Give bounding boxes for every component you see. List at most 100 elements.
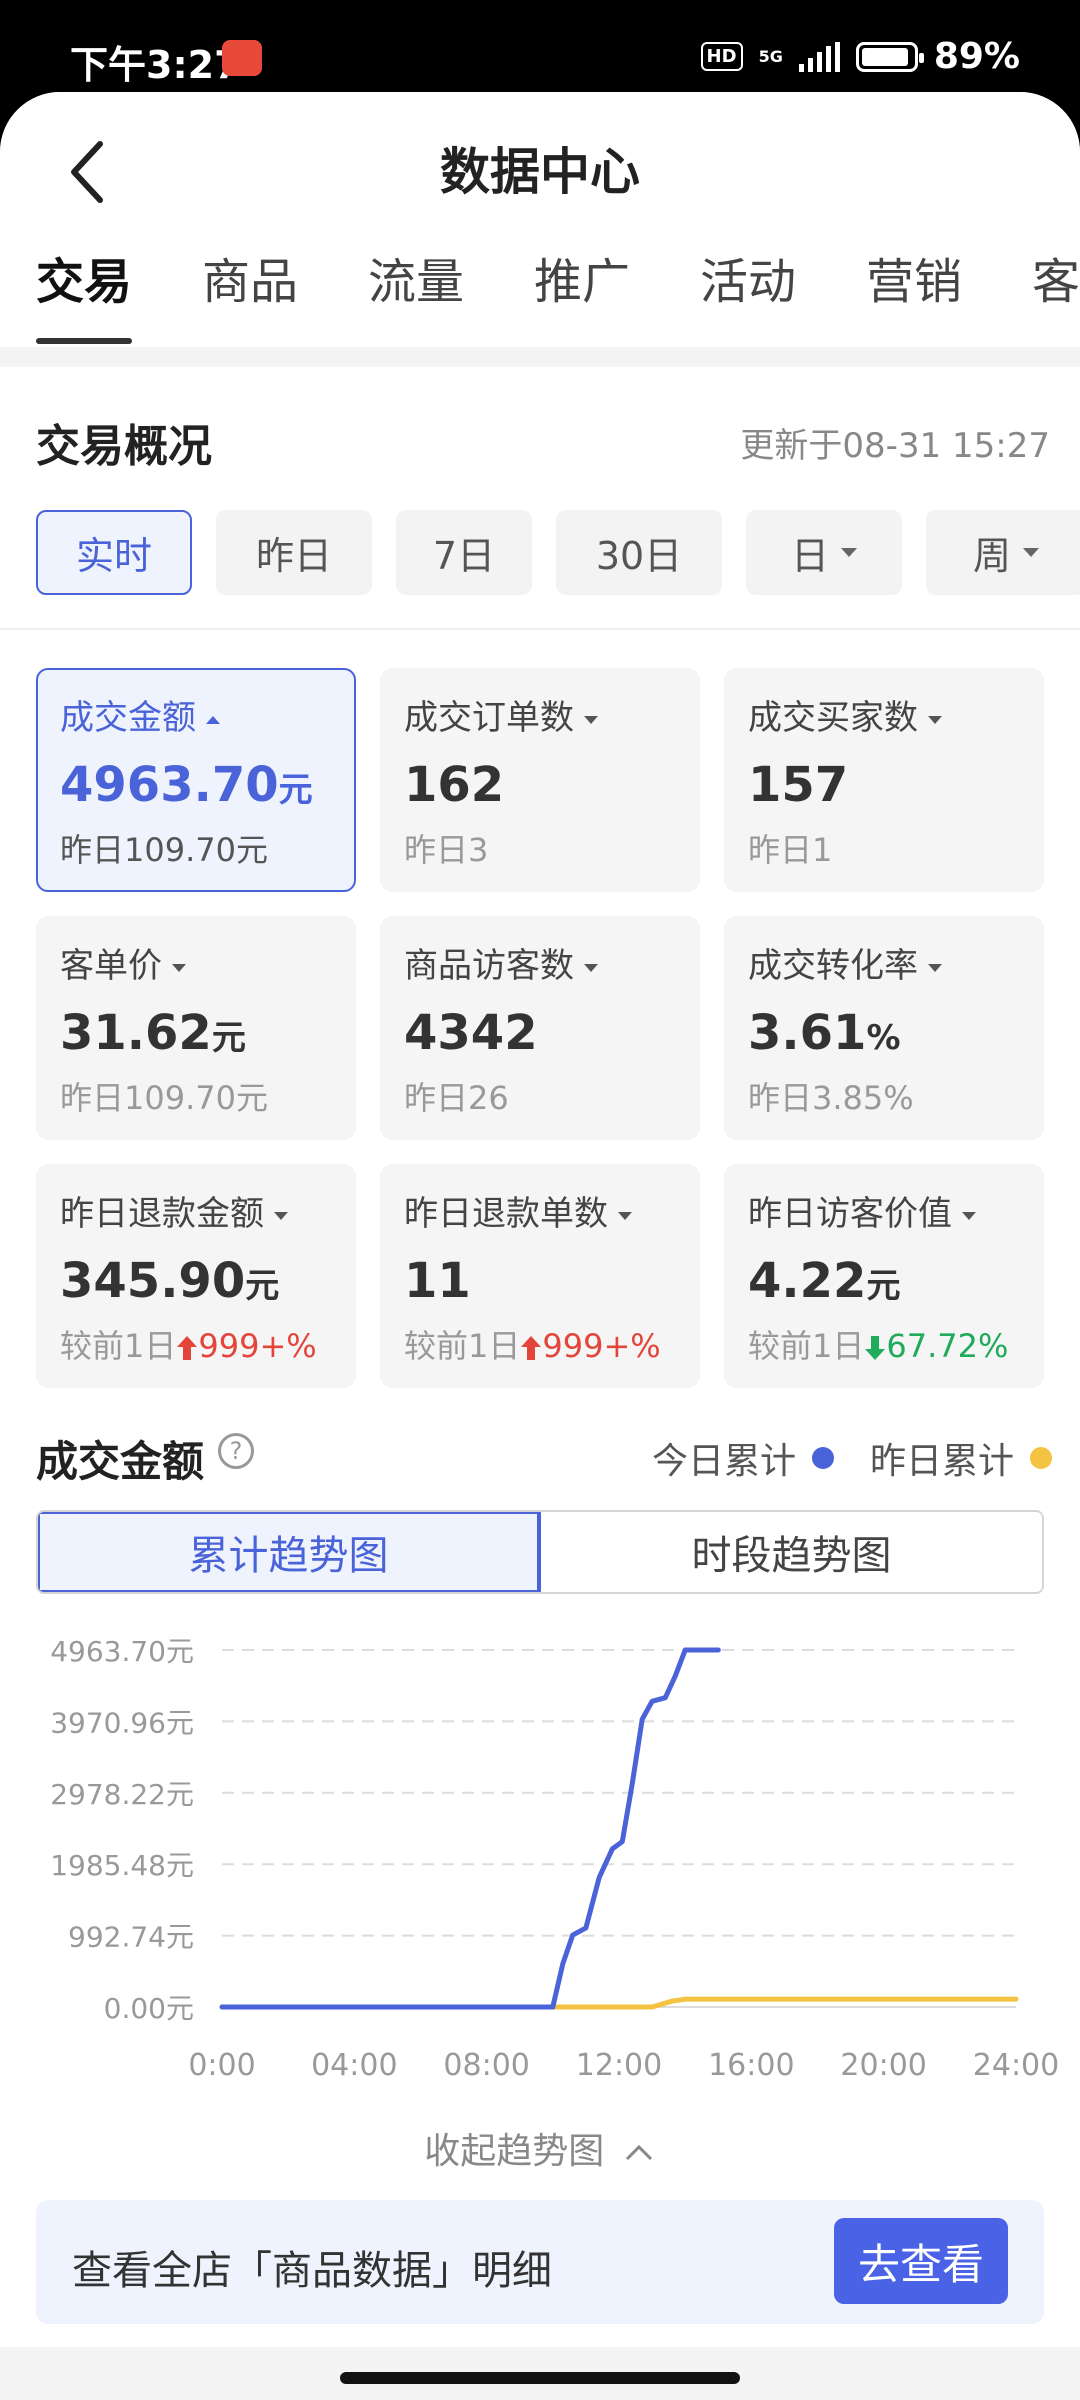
y-tick-label: 3970.96元 [50,1706,194,1739]
period-7days[interactable]: 7日 [396,510,532,595]
chart-legend: 今日累计 昨日累计 [652,1432,1052,1484]
x-tick-label: 08:00 [443,2048,529,2083]
goods-data-banner: 查看全店「商品数据」明细 去查看 [36,2200,1044,2324]
arrow-up-icon [521,1336,542,1360]
app-notification-icon [222,40,262,76]
metric-label: 商品访客数 [404,938,700,987]
x-tick-label: 12:00 [576,2048,662,2083]
legend-today-label: 今日累计 [651,1441,796,1482]
trend-title: 成交金额 [36,1437,205,1486]
metric-card[interactable]: 昨日访客价值 4.22元较前1日 67.72% [724,1164,1044,1388]
banner-text: 查看全店「商品数据」明细 [72,2248,552,2294]
x-tick-label: 0:00 [188,2048,255,2083]
chevron-down-icon [928,715,942,724]
tab-marketing[interactable]: 营销 [866,242,962,312]
period-trend-button[interactable]: 时段趋势图 [541,1512,1042,1592]
metric-card[interactable]: 成交金额 4963.70元昨日109.70元 [36,668,356,892]
chevron-down-icon [274,1211,288,1220]
metric-compare: 较前1日 999+% [60,1327,317,1365]
legend-yesterday-label: 昨日累计 [869,1441,1014,1482]
tab-goods[interactable]: 商品 [202,242,298,312]
metric-card[interactable]: 昨日退款单数 11 较前1日 999+% [380,1164,700,1388]
chevron-up-icon [206,715,220,724]
y-tick-label: 2978.22元 [50,1778,194,1811]
chevron-down-icon [172,963,186,972]
chevron-down-icon [584,715,598,724]
cumulative-trend-button[interactable]: 累计趋势图 [38,1512,541,1592]
tab-promotion[interactable]: 推广 [534,242,630,312]
metric-compare: 昨日3.85% [748,1079,914,1117]
metric-card[interactable]: 成交转化率 3.61% 昨日3.85% [724,916,1044,1140]
x-tick-label: 04:00 [311,2048,397,2083]
battery-percent: 89% [933,36,1020,77]
metric-label: 昨日退款单数 [404,1186,700,1235]
home-indicator[interactable] [340,2372,740,2384]
tab-traffic[interactable]: 流量 [368,242,464,312]
chevron-down-icon [584,963,598,972]
chevron-up-icon [625,2144,652,2161]
x-tick-label: 16:00 [708,2048,794,2083]
chevron-down-icon [928,963,942,972]
metric-card[interactable]: 成交订单数 162 昨日3 [380,668,700,892]
x-tick-label: 20:00 [840,2048,926,2083]
metric-card[interactable]: 成交买家数 157 昨日1 [724,668,1044,892]
metric-compare: 昨日3 [404,831,489,869]
tab-bar: 交易 商品 流量 推广 活动 营销 客 [0,242,1080,342]
metric-value: 4342 [404,1005,538,1061]
view-button[interactable]: 去查看 [834,2218,1008,2304]
overview-title: 交易概况 [36,421,212,472]
network-type: 5G [758,46,783,66]
period-week-dropdown[interactable]: 周 [926,510,1080,595]
metric-value: 4963.70元 [60,757,313,813]
page-title: 数据中心 [440,143,640,201]
metric-value: 3.61% [748,1005,901,1061]
period-30days[interactable]: 30日 [556,510,722,595]
help-icon[interactable]: ? [218,1433,254,1469]
tab-customer[interactable]: 客 [1032,242,1080,312]
metric-value: 162 [404,757,505,813]
chevron-down-icon [841,548,857,557]
status-time: 下午3:27 [70,43,241,87]
tab-trade[interactable]: 交易 [36,242,132,312]
metric-compare: 较前1日 999+% [404,1327,661,1365]
chevron-down-icon [962,1211,976,1220]
y-tick-label: 0.00元 [104,1992,194,2025]
metric-label: 成交买家数 [748,690,1044,739]
trend-chart: 0.00元 992.74元 1985.48元 2978.22元 3970.96元 4963… [50,1635,1059,2083]
x-tick-label: 24:00 [973,2048,1059,2083]
collapse-trend-button[interactable]: 收起趋势图 [0,2122,1080,2174]
metric-value: 345.90元 [60,1253,280,1309]
arrow-down-icon [865,1336,886,1360]
y-tick-label: 1985.48元 [50,1849,194,1882]
y-tick-label: 4963.70元 [50,1635,194,1668]
y-tick-label: 992.74元 [68,1921,194,1954]
metric-compare: 昨日1 [748,831,833,869]
metric-compare: 昨日109.70元 [60,1079,268,1117]
metric-card[interactable]: 昨日退款金额 345.90元较前1日 999+% [36,1164,356,1388]
metric-compare: 较前1日 67.72% [748,1327,1009,1365]
metric-label: 客单价 [60,938,356,987]
metric-card[interactable]: 客单价 31.62元昨日109.70元 [36,916,356,1140]
chevron-down-icon [1023,548,1039,557]
status-bar: 下午3:27 HD 5G 89% [0,0,1080,105]
metric-label: 成交转化率 [748,938,1044,987]
hd-icon: HD [700,42,743,71]
signal-icon [798,41,840,72]
chevron-down-icon [618,1211,632,1220]
metric-label: 昨日访客价值 [748,1186,1044,1235]
period-yesterday[interactable]: 昨日 [216,510,372,595]
tab-activity[interactable]: 活动 [700,242,796,312]
series-line [219,1647,721,2010]
metric-label: 成交金额 [60,690,354,739]
metric-label: 昨日退款金额 [60,1186,356,1235]
period-day-dropdown[interactable]: 日 [746,510,902,595]
period-realtime[interactable]: 实时 [36,510,192,595]
metric-value: 31.62元 [60,1005,246,1061]
metric-compare: 昨日26 [404,1079,509,1117]
legend-yesterday-dot [1030,1447,1052,1469]
tab-active-indicator [36,338,132,344]
metric-compare: 昨日109.70元 [60,831,268,869]
updated-time: 更新于08-31 15:27 [740,426,1050,466]
metric-value: 4.22元 [748,1253,901,1309]
metric-card[interactable]: 商品访客数 4342 昨日26 [380,916,700,1140]
